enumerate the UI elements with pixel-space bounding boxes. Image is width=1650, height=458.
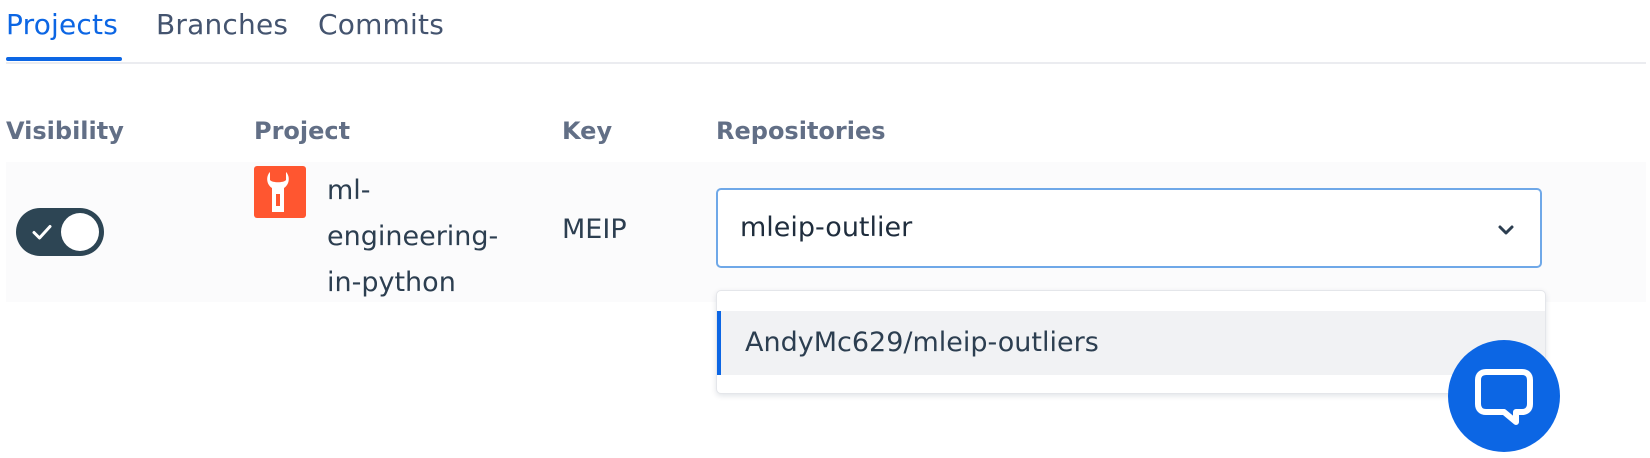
check-icon: [32, 225, 52, 240]
active-tab-indicator: [6, 57, 122, 61]
repository-select[interactable]: mleip-outlier: [716, 188, 1542, 268]
project-key: MEIP: [562, 214, 627, 245]
chevron-down-icon: [1498, 225, 1514, 235]
tab-bar: Projects Branches Commits: [6, 0, 1646, 64]
chat-button[interactable]: [1448, 340, 1560, 452]
column-header-visibility: Visibility: [6, 117, 124, 145]
tab-commits[interactable]: Commits: [318, 8, 444, 41]
visibility-toggle[interactable]: [16, 208, 104, 256]
repository-option-label: AndyMc629/mleip-outliers: [745, 327, 1099, 358]
column-header-repositories: Repositories: [716, 117, 886, 145]
chat-bubble-icon: [1475, 369, 1533, 425]
repository-select-value: mleip-outlier: [740, 212, 913, 243]
repository-option[interactable]: AndyMc629/mleip-outliers: [717, 311, 1545, 375]
project-avatar: [254, 166, 306, 218]
tab-branches[interactable]: Branches: [156, 8, 288, 41]
project-name-line: ml-: [327, 175, 371, 206]
toggle-knob: [61, 213, 99, 251]
column-header-key: Key: [562, 117, 613, 145]
project-name-line: engineering-: [327, 221, 499, 252]
project-name-line: in-python: [327, 267, 456, 298]
project-settings-page: Projects Branches Commits Visibility Pro…: [0, 0, 1650, 458]
repository-dropdown-menu: AndyMc629/mleip-outliers: [716, 290, 1546, 394]
column-header-project: Project: [254, 117, 351, 145]
project-name: ml- engineering- in-python: [327, 168, 527, 306]
tab-projects[interactable]: Projects: [6, 8, 118, 41]
wrench-icon: [267, 172, 289, 212]
